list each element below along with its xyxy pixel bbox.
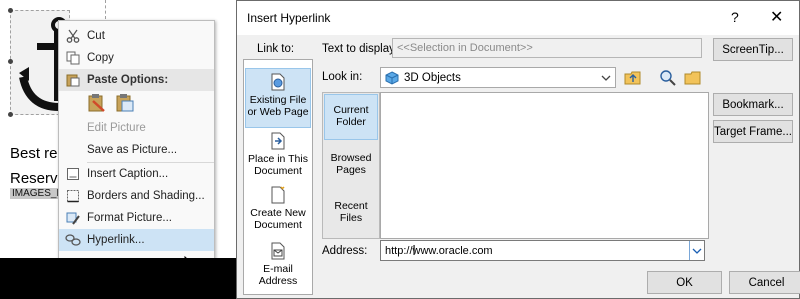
link-to-item-label: E-mail Address bbox=[258, 263, 298, 287]
format-picture-icon bbox=[59, 211, 87, 225]
menu-item-label: Cut bbox=[87, 30, 105, 42]
browse-folder-up-icon[interactable] bbox=[622, 67, 644, 88]
cancel-button[interactable]: Cancel bbox=[729, 271, 800, 294]
location-strip: Current Folder Browsed Pages Recent File… bbox=[322, 92, 380, 239]
link-to-place-in-document[interactable]: Place in This Document bbox=[245, 130, 311, 182]
browse-web-icon[interactable] bbox=[657, 67, 679, 88]
insert-hyperlink-dialog: Insert Hyperlink ? ✕ Link to: Text to di… bbox=[236, 0, 800, 299]
location-current-folder[interactable]: Current Folder bbox=[324, 94, 378, 140]
menu-item-paste-options: Paste Options: bbox=[59, 69, 214, 91]
menu-item-save-as-picture[interactable]: Save as Picture... bbox=[59, 139, 214, 161]
menu-item-edit-picture: Edit Picture bbox=[59, 117, 214, 139]
look-in-value: 3D Objects bbox=[404, 71, 461, 84]
menu-item-label: Paste Options: bbox=[87, 74, 169, 86]
menu-item-insert-caption[interactable]: Insert Caption... bbox=[59, 163, 214, 185]
dialog-title: Insert Hyperlink bbox=[247, 11, 331, 25]
caption-icon bbox=[59, 167, 87, 181]
scissors-icon bbox=[59, 29, 87, 43]
bookmark-button[interactable]: Bookmark... bbox=[713, 93, 793, 116]
background-band bbox=[0, 258, 238, 299]
look-in-label: Look in: bbox=[322, 71, 363, 83]
location-browsed-pages[interactable]: Browsed Pages bbox=[324, 143, 378, 189]
paste-options-group bbox=[87, 93, 135, 116]
menu-item-label: Hyperlink... bbox=[87, 234, 145, 246]
context-menu: Cut Copy Paste Options: Edit Picture Sav… bbox=[58, 20, 215, 258]
paste-keep-formatting-icon[interactable] bbox=[87, 93, 107, 116]
menu-item-label: Edit Picture bbox=[87, 122, 146, 134]
dialog-titlebar: Insert Hyperlink ? ✕ bbox=[237, 1, 799, 35]
existing-file-icon bbox=[271, 73, 285, 91]
text-cursor-icon: I bbox=[412, 242, 417, 259]
browse-file-icon[interactable] bbox=[682, 67, 704, 88]
borders-icon bbox=[59, 189, 87, 203]
menu-item-format-picture[interactable]: Format Picture... bbox=[59, 207, 214, 229]
file-list[interactable] bbox=[380, 92, 709, 239]
help-button[interactable]: ? bbox=[731, 9, 739, 25]
menu-item-label: Format Picture... bbox=[87, 212, 172, 224]
address-value: http://www.oracle.com bbox=[385, 244, 493, 257]
paste-picture-icon[interactable] bbox=[115, 93, 135, 116]
paste-icon bbox=[59, 73, 87, 87]
link-to-item-label: Existing File or Web Page bbox=[247, 94, 309, 118]
3d-objects-folder-icon bbox=[385, 70, 399, 85]
chevron-down-icon[interactable] bbox=[597, 69, 614, 86]
chevron-down-icon[interactable] bbox=[689, 241, 704, 260]
resize-handle[interactable] bbox=[8, 8, 13, 13]
resize-handle[interactable] bbox=[8, 59, 13, 64]
location-recent-files[interactable]: Recent Files bbox=[324, 191, 378, 237]
menu-item-cut[interactable]: Cut bbox=[59, 25, 214, 47]
menu-item-label: Borders and Shading... bbox=[87, 190, 205, 202]
link-to-existing-file[interactable]: Existing File or Web Page bbox=[245, 68, 311, 128]
link-to-item-label: Place in This Document bbox=[248, 153, 308, 177]
menu-item-copy[interactable]: Copy bbox=[59, 47, 214, 69]
text-to-display-input[interactable]: <<Selection in Document>> bbox=[392, 38, 702, 58]
resize-handle[interactable] bbox=[8, 112, 13, 117]
email-icon bbox=[271, 242, 285, 260]
menu-item-label: Insert Caption... bbox=[87, 168, 169, 180]
close-button[interactable]: ✕ bbox=[770, 7, 783, 27]
place-in-document-icon bbox=[271, 132, 285, 150]
menu-item-label: Save as Picture... bbox=[87, 144, 178, 156]
menu-item-borders-and-shading[interactable]: Borders and Shading... bbox=[59, 185, 214, 207]
address-label: Address: bbox=[322, 245, 368, 257]
hyperlink-icon bbox=[59, 233, 87, 247]
look-in-select[interactable]: 3D Objects bbox=[380, 67, 616, 88]
word-document: Best reg Reservat IMAGES_PAT Cut Copy Pa… bbox=[0, 0, 238, 258]
address-input[interactable]: http://www.oracle.com bbox=[380, 240, 705, 261]
link-to-panel: Existing File or Web Page Place in This … bbox=[243, 59, 313, 295]
link-to-email-address[interactable]: E-mail Address bbox=[245, 240, 311, 292]
target-frame-button[interactable]: Target Frame... bbox=[713, 120, 793, 143]
ok-button[interactable]: OK bbox=[647, 271, 722, 294]
link-to-create-new-document[interactable]: Create New Document bbox=[245, 184, 311, 236]
text-to-display-label: Text to display: bbox=[322, 43, 399, 55]
link-to-item-label: Create New Document bbox=[250, 207, 306, 231]
copy-icon bbox=[59, 51, 87, 65]
menu-item-label: Copy bbox=[87, 52, 114, 64]
menu-item-hyperlink[interactable]: Hyperlink... bbox=[59, 229, 214, 251]
new-document-icon bbox=[271, 186, 285, 204]
screentip-button[interactable]: ScreenTip... bbox=[713, 38, 793, 61]
link-to-label: Link to: bbox=[257, 43, 295, 55]
